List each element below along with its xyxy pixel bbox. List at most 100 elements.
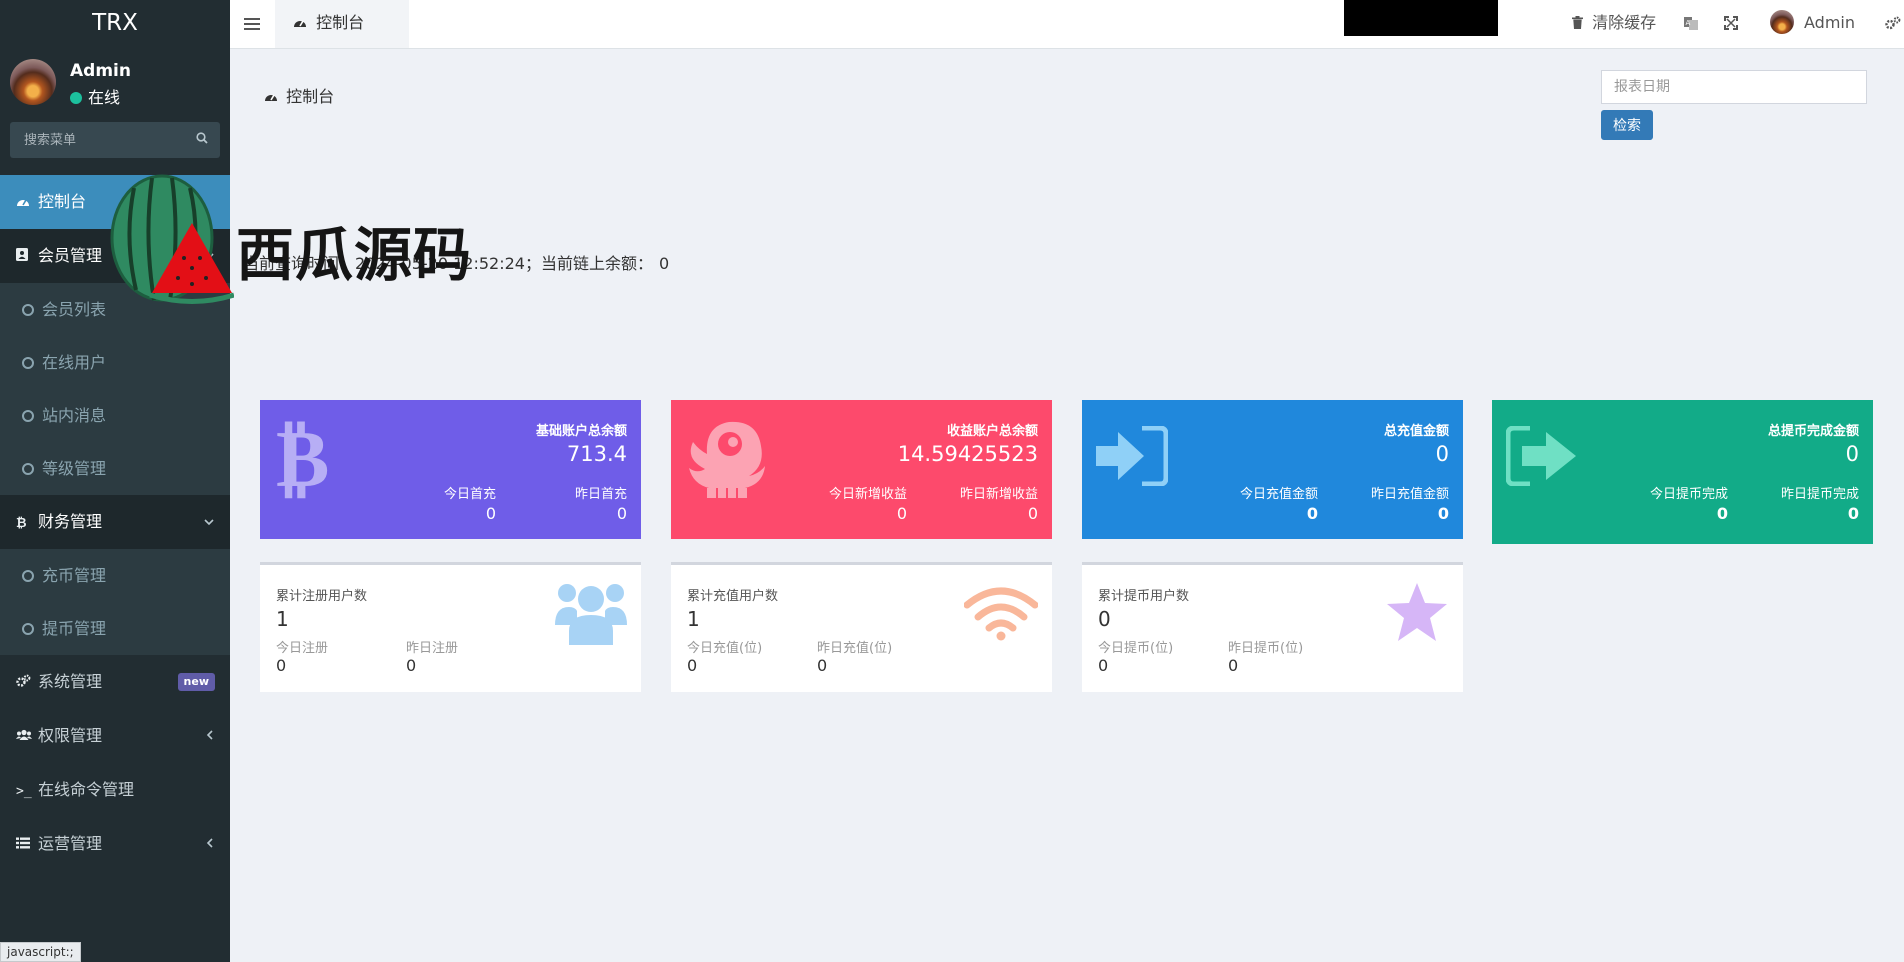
user-status-text: 在线 — [88, 88, 121, 107]
sidebar-item-operations[interactable]: 运营管理 — [0, 817, 230, 871]
wifi-icon — [963, 585, 1039, 645]
dashboard-icon — [264, 91, 282, 106]
card-sub-label: 今日充值金额 — [1239, 487, 1318, 502]
sidebar-item-permissions[interactable]: 权限管理 — [0, 709, 230, 763]
card-sub-value: 0 — [1306, 504, 1318, 523]
card-sub-value: 0 — [1027, 504, 1038, 523]
browser-status-bar: javascript:; — [0, 942, 81, 962]
stat-card-income-balance: 收益账户总余额 14.59425523 今日新增收益 0 昨日新增收益 0 — [671, 400, 1052, 539]
sidebar-subitem-levels[interactable]: 等级管理 — [0, 442, 230, 495]
card-title: 总充值金额 — [1383, 424, 1449, 439]
sidebar-item-label: 会员管理 — [38, 246, 103, 265]
language-icon: A — [1684, 13, 1698, 32]
box-value: 0 — [1098, 607, 1111, 631]
breadcrumb: 控制台 — [264, 83, 334, 107]
stat-box-withdraw-users: 累计提币用户数 0 今日提币(位) 昨日提币(位) 0 0 — [1082, 562, 1463, 692]
card-sub-today: 今日充值金额 0 — [1240, 483, 1318, 523]
sidebar-subitem-label: 充币管理 — [42, 566, 107, 585]
brand-logo[interactable]: TRX — [0, 0, 230, 50]
tab-label: 控制台 — [316, 13, 365, 32]
clear-cache-label: 清除缓存 — [1592, 13, 1657, 32]
box-value-yesterday: 0 — [406, 656, 417, 675]
stat-card-total-withdraw: 总提币完成金额 0 今日提币完成 0 昨日提币完成 0 — [1492, 400, 1873, 544]
chevron-down-icon — [204, 495, 214, 549]
avatar — [1770, 10, 1794, 34]
box-title: 累计充值用户数 — [687, 589, 779, 604]
watermark-text: 西瓜源码 — [236, 221, 473, 289]
sidebar-subitem-deposits[interactable]: 充币管理 — [0, 549, 230, 602]
sidebar-subitem-withdrawals[interactable]: 提币管理 — [0, 602, 230, 655]
card-sub-label: 今日提币完成 — [1649, 487, 1728, 502]
bitcoin-icon: ₿ — [276, 412, 336, 505]
redacted-box — [1344, 0, 1498, 36]
box-title: 累计提币用户数 — [1098, 589, 1190, 604]
box-label-today: 今日提币(位) — [1098, 641, 1174, 656]
mascot-icon — [685, 414, 767, 504]
tab-dashboard[interactable]: 控制台 — [275, 0, 409, 48]
sidebar-search-input[interactable] — [10, 122, 180, 158]
user-status: 在线 — [70, 84, 120, 108]
sidebar-item-label: 运营管理 — [38, 834, 103, 853]
report-date-input[interactable] — [1601, 70, 1867, 104]
bitcoin-icon: ₿ — [16, 516, 27, 531]
fullscreen-button[interactable] — [1724, 0, 1738, 46]
search-icon[interactable] — [196, 132, 208, 148]
stat-card-total-deposit: 总充值金额 0 今日充值金额 0 昨日充值金额 0 — [1082, 400, 1463, 539]
sidebar-item-finance[interactable]: ₿ 财务管理 — [0, 495, 230, 549]
search-button[interactable]: 检索 — [1601, 110, 1653, 140]
list-icon — [16, 819, 38, 873]
box-value-yesterday: 0 — [1228, 656, 1239, 675]
box-value-today: 0 — [276, 656, 287, 675]
language-button[interactable]: A — [1684, 0, 1698, 46]
chevron-left-icon — [206, 709, 214, 763]
dashboard-icon — [16, 177, 38, 231]
address-card-icon — [16, 231, 38, 285]
card-sub-label: 今日首充 — [443, 487, 496, 502]
sidebar-subitem-label: 站内消息 — [42, 406, 107, 425]
cogs-icon — [1885, 13, 1901, 32]
circle-icon — [22, 463, 34, 475]
stat-box-deposit-users: 累计充值用户数 1 今日充值(位) 昨日充值(位) 0 0 — [671, 562, 1052, 692]
avatar — [10, 59, 56, 105]
box-value: 1 — [687, 607, 700, 631]
card-title: 基础账户总余额 — [535, 424, 627, 439]
sidebar-subitem-online-users[interactable]: 在线用户 — [0, 336, 230, 389]
user-panel: Admin 在线 — [0, 50, 230, 118]
menu-toggle-icon[interactable] — [244, 12, 260, 36]
card-value: 0 — [1845, 442, 1859, 466]
card-sub-value: 0 — [1716, 504, 1728, 523]
dashboard-icon — [293, 17, 311, 32]
card-sub-value: 0 — [485, 504, 496, 523]
box-label-yesterday: 昨日注册 — [406, 641, 459, 656]
box-label-yesterday: 昨日充值(位) — [817, 641, 893, 656]
sign-in-icon — [1096, 425, 1169, 490]
card-title: 收益账户总余额 — [946, 424, 1038, 439]
chevron-left-icon — [206, 817, 214, 871]
sidebar-item-commands[interactable]: >_ 在线命令管理 — [0, 763, 230, 817]
card-sub-today: 今日新增收益 0 — [829, 483, 907, 523]
card-value: 713.4 — [566, 442, 627, 466]
header-user-name: Admin — [1804, 13, 1855, 32]
sidebar-item-label: 系统管理 — [38, 672, 103, 691]
sidebar-item-label: 财务管理 — [38, 512, 103, 531]
clear-cache-button[interactable]: 清除缓存 — [1572, 0, 1656, 46]
sidebar-search — [10, 122, 220, 158]
user-menu-button[interactable]: Admin — [1770, 0, 1855, 46]
sidebar-item-system[interactable]: 系统管理 new — [0, 655, 230, 709]
card-sub-yesterday: 昨日首充 0 — [575, 483, 627, 523]
card-sub-value: 0 — [1847, 504, 1859, 523]
card-sub-label: 昨日首充 — [574, 487, 627, 502]
terminal-icon: >_ — [16, 784, 32, 799]
card-sub-value: 0 — [896, 504, 907, 523]
watermelon-icon — [110, 174, 234, 304]
circle-icon — [22, 410, 34, 422]
star-icon — [1385, 581, 1449, 647]
circle-icon — [22, 623, 34, 635]
sidebar-subitem-label: 等级管理 — [42, 459, 107, 478]
users-icon — [555, 579, 627, 649]
stat-box-registered-users: 累计注册用户数 1 今日注册 昨日注册 0 0 — [260, 562, 641, 692]
sidebar-subitem-messages[interactable]: 站内消息 — [0, 389, 230, 442]
submenu-finance: 充币管理 提币管理 — [0, 549, 230, 655]
cogs-icon — [16, 657, 38, 711]
settings-button[interactable] — [1885, 0, 1901, 46]
